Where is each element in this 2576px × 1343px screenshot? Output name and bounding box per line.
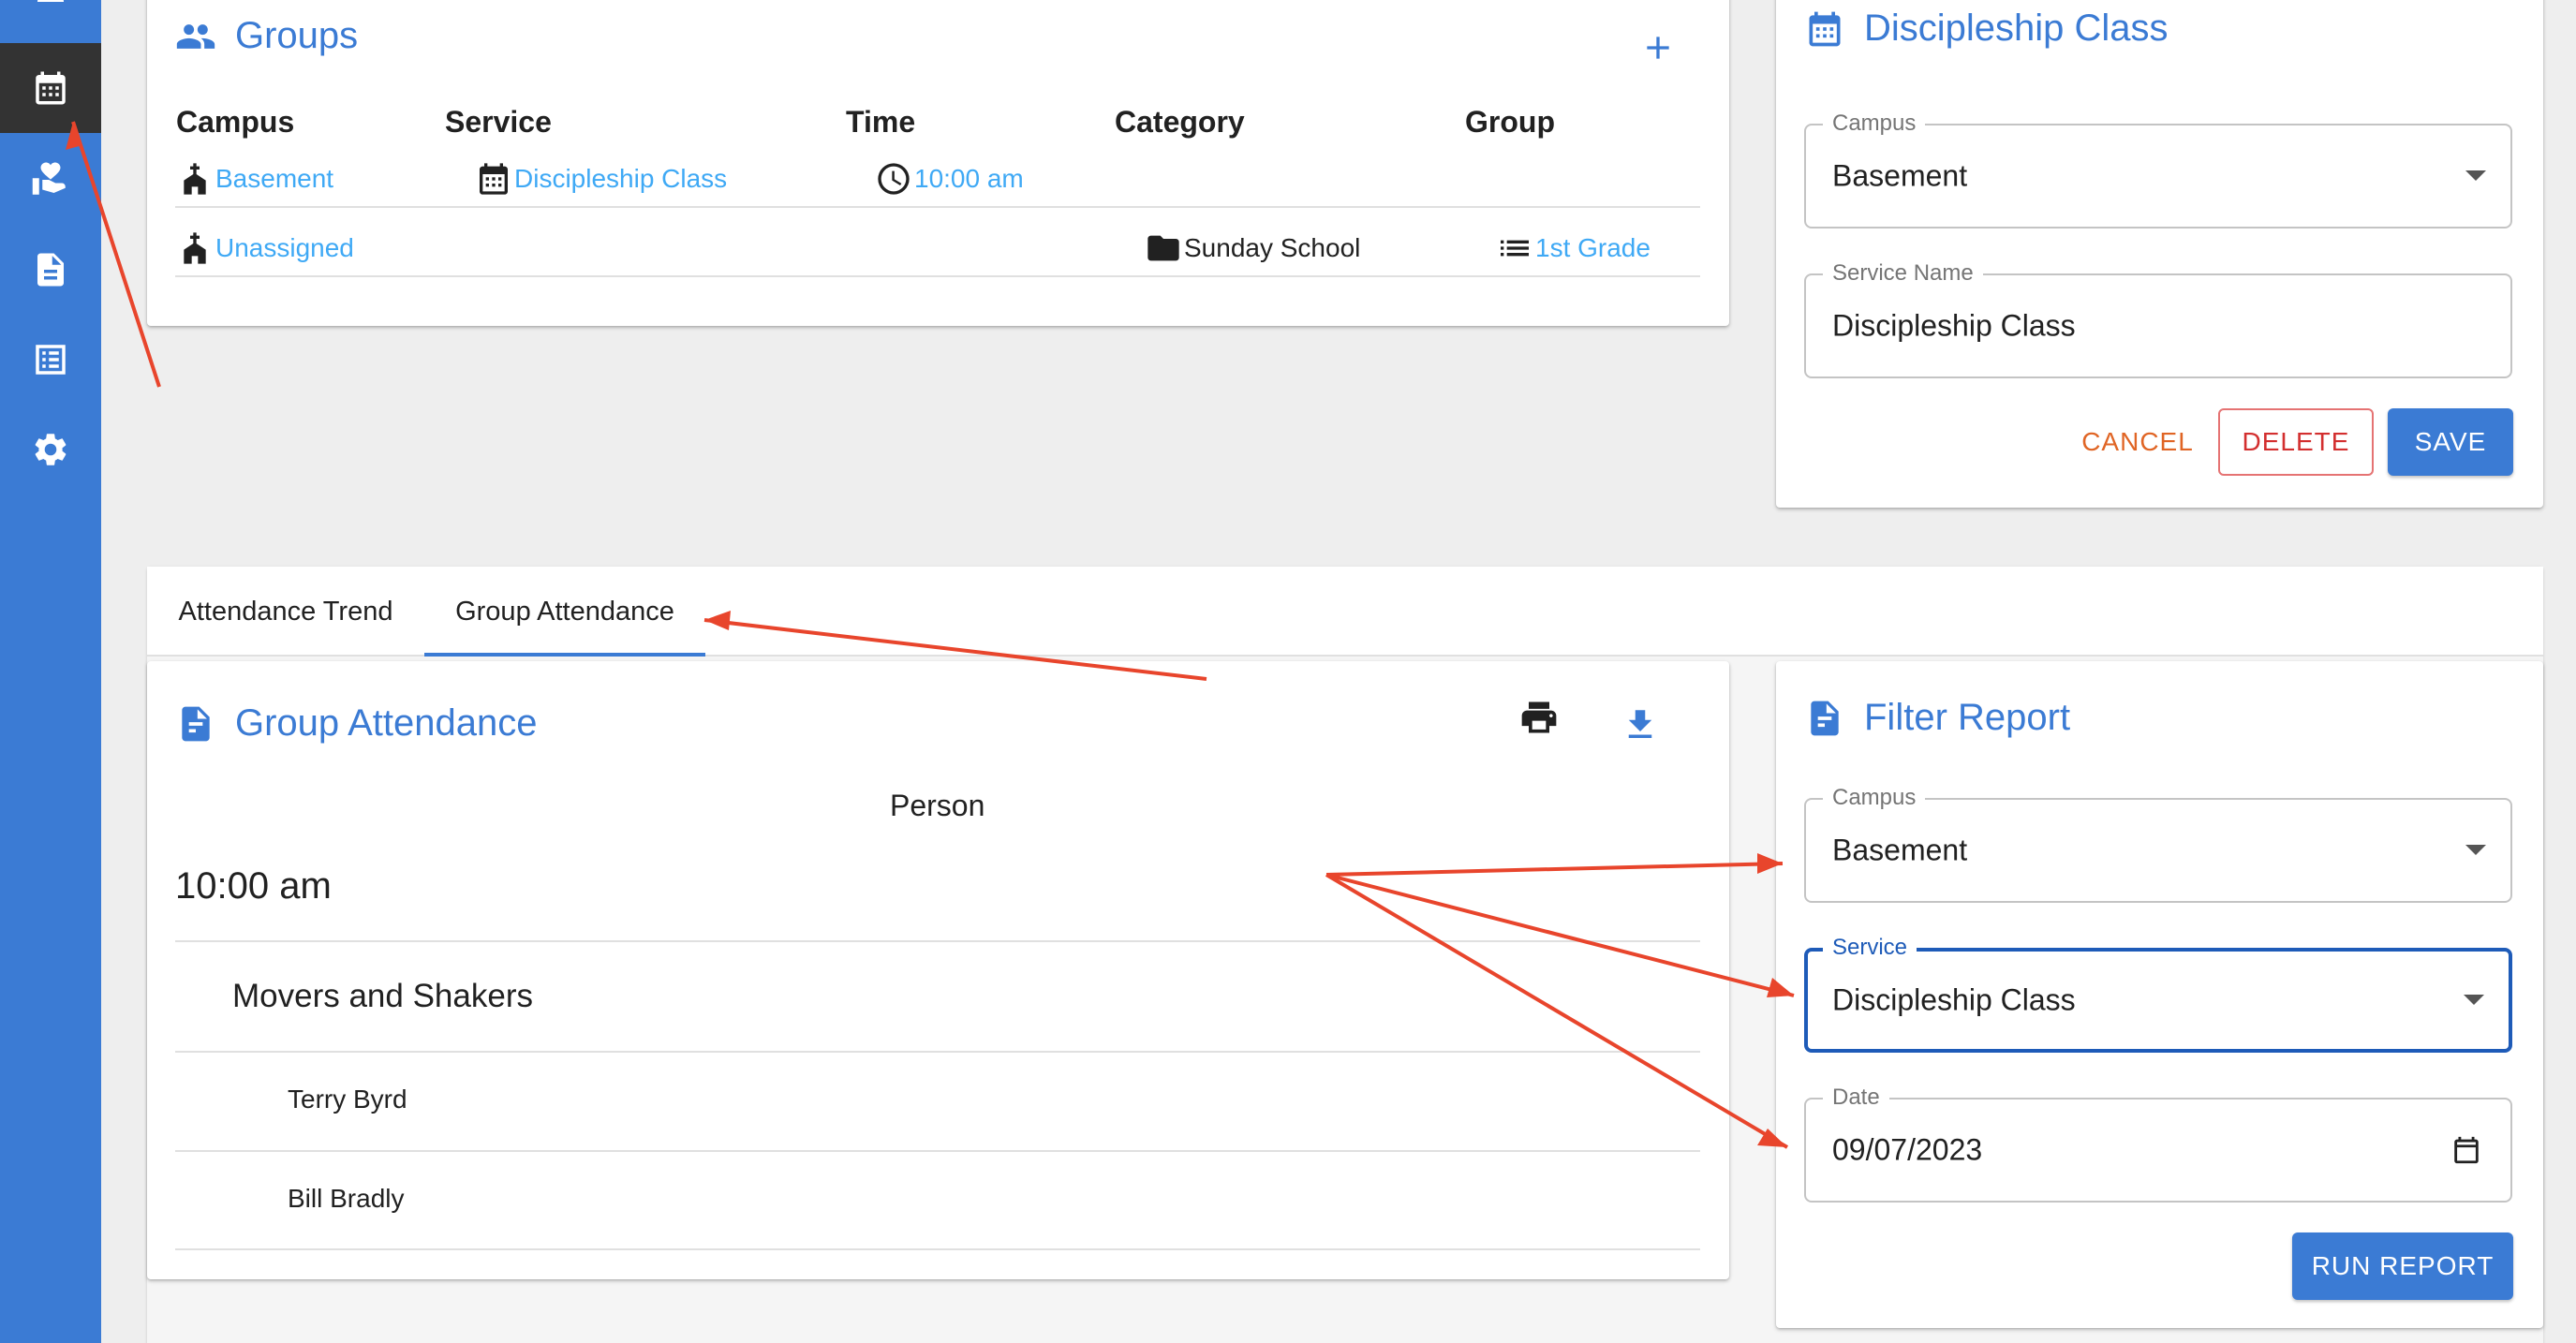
time-heading: 10:00 am bbox=[175, 865, 332, 907]
service-name-value: Discipleship Class bbox=[1832, 308, 2076, 343]
campus-select[interactable]: Campus Basement bbox=[1804, 111, 2512, 229]
report-icon bbox=[182, 706, 210, 741]
print-icon bbox=[1521, 701, 1557, 733]
filter-service-value: Discipleship Class bbox=[1832, 982, 2076, 1017]
group-attendance-card: Group Attendance Person 10:00 am Movers … bbox=[147, 661, 1729, 1279]
row1-service-link[interactable]: Discipleship Class bbox=[475, 160, 727, 198]
row-divider bbox=[175, 275, 1700, 277]
filter-report-card: Filter Report Campus Basement Service Di… bbox=[1776, 661, 2543, 1328]
groups-title-text: Groups bbox=[235, 15, 359, 56]
nav-calendar-icon[interactable] bbox=[0, 43, 101, 133]
calendar-icon[interactable] bbox=[2450, 1134, 2482, 1166]
filter-service-select[interactable]: Service Discipleship Class bbox=[1804, 935, 2512, 1053]
col-group: Group bbox=[1465, 105, 1555, 139]
filter-title: Filter Report bbox=[1804, 697, 2070, 739]
group-heading: Movers and Shakers bbox=[232, 978, 533, 1014]
folder-icon bbox=[1147, 235, 1179, 261]
nav-donations-icon[interactable] bbox=[0, 135, 101, 225]
list-icon bbox=[1501, 240, 1529, 257]
nav-people-icon[interactable] bbox=[0, 0, 101, 34]
groups-icon bbox=[176, 23, 215, 49]
add-group-button[interactable] bbox=[1636, 26, 1680, 69]
col-category: Category bbox=[1115, 105, 1245, 139]
filter-service-label: Service bbox=[1823, 935, 1917, 961]
filter-campus-label: Campus bbox=[1823, 785, 1926, 811]
filter-date-label: Date bbox=[1823, 1085, 1889, 1111]
groups-card: Groups Campus Service Time Category Grou… bbox=[147, 0, 1729, 326]
col-service: Service bbox=[445, 105, 552, 139]
row1-time-link[interactable]: 10:00 am bbox=[875, 160, 1024, 198]
row1-campus-link[interactable]: Basement bbox=[176, 160, 333, 198]
church-icon bbox=[184, 163, 206, 195]
row2-group-link[interactable]: 1st Grade bbox=[1496, 229, 1651, 267]
service-edit-title: Discipleship Class bbox=[1804, 7, 2169, 50]
col-time: Time bbox=[846, 105, 916, 139]
sidebar bbox=[0, 0, 101, 1343]
plus-icon bbox=[1647, 37, 1669, 59]
person-name: Terry Byrd bbox=[288, 1085, 407, 1114]
row2-category: Sunday School bbox=[1145, 229, 1360, 267]
report-title: Group Attendance bbox=[175, 702, 537, 745]
filter-date-field[interactable]: Date 09/07/2023 bbox=[1804, 1085, 2512, 1203]
download-icon bbox=[1628, 710, 1652, 738]
report-icon bbox=[1811, 701, 1839, 735]
tab-attendance-trend[interactable]: Attendance Trend bbox=[147, 567, 424, 657]
tab-group-attendance[interactable]: Group Attendance bbox=[424, 567, 705, 657]
download-button[interactable] bbox=[1612, 697, 1668, 753]
filter-date-value: 09/07/2023 bbox=[1832, 1132, 1983, 1167]
divider bbox=[175, 1248, 1700, 1250]
cancel-button[interactable]: CANCEL bbox=[2072, 408, 2203, 476]
clock-icon bbox=[878, 163, 910, 195]
divider bbox=[175, 940, 1700, 942]
nav-settings-icon[interactable] bbox=[0, 405, 101, 494]
nav-list-icon[interactable] bbox=[0, 315, 101, 405]
caret-down-icon bbox=[2465, 845, 2486, 855]
delete-button[interactable]: DELETE bbox=[2218, 408, 2374, 476]
row2-campus-link[interactable]: Unassigned bbox=[176, 229, 354, 267]
campus-value: Basement bbox=[1832, 158, 1968, 193]
calendar-icon bbox=[480, 163, 508, 195]
save-button[interactable]: SAVE bbox=[2388, 408, 2513, 476]
divider bbox=[175, 1051, 1700, 1053]
calendar-icon bbox=[1809, 11, 1841, 46]
campus-label: Campus bbox=[1823, 111, 1926, 137]
active-tab-indicator bbox=[424, 653, 705, 657]
groups-title: Groups bbox=[175, 15, 358, 57]
person-name: Bill Bradly bbox=[288, 1184, 405, 1213]
filter-campus-value: Basement bbox=[1832, 833, 1968, 867]
caret-down-icon bbox=[2464, 995, 2484, 1005]
caret-down-icon bbox=[2465, 170, 2486, 181]
service-name-label: Service Name bbox=[1823, 260, 1983, 287]
run-report-button[interactable]: RUN REPORT bbox=[2292, 1232, 2513, 1300]
row-divider bbox=[175, 206, 1700, 208]
print-button[interactable] bbox=[1511, 689, 1567, 745]
service-edit-card: Discipleship Class Campus Basement Servi… bbox=[1776, 0, 2543, 508]
col-campus: Campus bbox=[176, 105, 295, 139]
church-icon bbox=[184, 232, 206, 264]
person-column-header: Person bbox=[890, 789, 985, 822]
service-name-field[interactable]: Service Name Discipleship Class bbox=[1804, 260, 2512, 378]
nav-document-icon[interactable] bbox=[0, 225, 101, 315]
divider bbox=[175, 1150, 1700, 1152]
filter-campus-select[interactable]: Campus Basement bbox=[1804, 785, 2512, 903]
